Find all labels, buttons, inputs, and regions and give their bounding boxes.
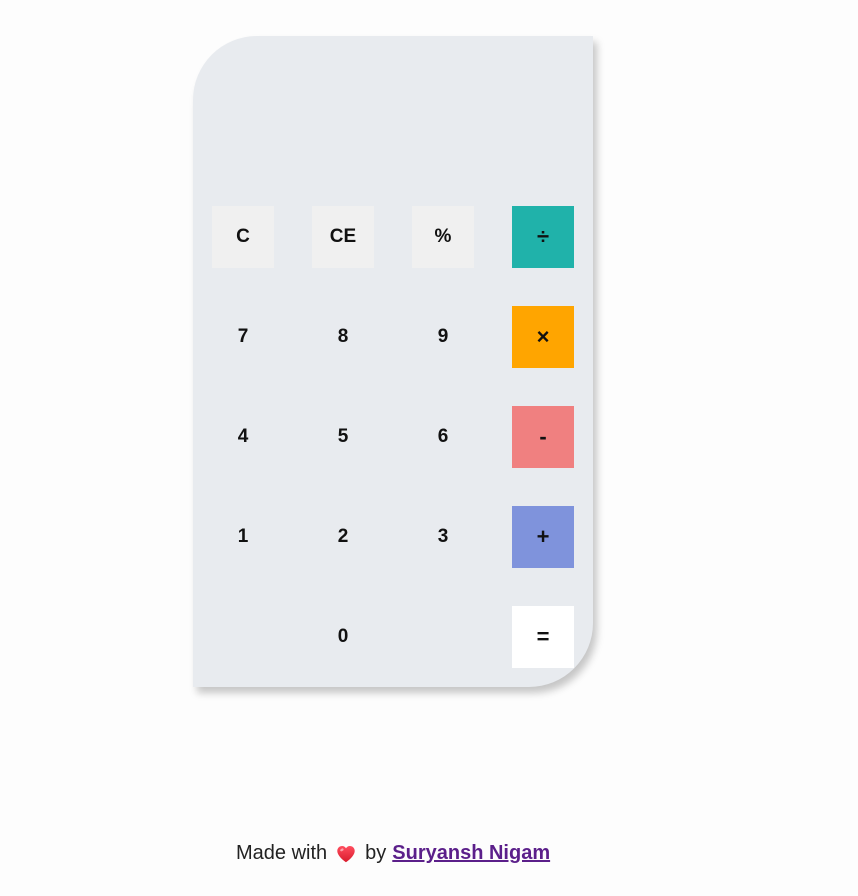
digit-8-button[interactable]: 8: [312, 306, 374, 368]
digit-0-button[interactable]: 0: [312, 606, 374, 668]
heart-icon: [335, 843, 357, 865]
add-button[interactable]: +: [512, 506, 574, 568]
equals-button[interactable]: =: [512, 606, 574, 668]
digit-6-button[interactable]: 6: [412, 406, 474, 468]
digit-4-button[interactable]: 4: [212, 406, 274, 468]
digit-9-button[interactable]: 9: [412, 306, 474, 368]
calculator-display: [213, 56, 573, 196]
subtract-button[interactable]: -: [512, 406, 574, 468]
multiply-button[interactable]: ×: [512, 306, 574, 368]
footer: Made with by Suryansh Nigam: [236, 842, 550, 865]
author-link[interactable]: Suryansh Nigam: [392, 842, 550, 865]
digit-2-button[interactable]: 2: [312, 506, 374, 568]
digit-3-button[interactable]: 3: [412, 506, 474, 568]
digit-5-button[interactable]: 5: [312, 406, 374, 468]
percent-button[interactable]: %: [412, 206, 474, 268]
made-with-text: Made with: [236, 842, 328, 864]
digit-7-button[interactable]: 7: [212, 306, 274, 368]
divide-button[interactable]: ÷: [512, 206, 574, 268]
digit-1-button[interactable]: 1: [212, 506, 274, 568]
calculator: C CE % ÷ 7 8 9 × 4 5 6 - 1 2 3 + 0 =: [193, 36, 593, 687]
clear-button[interactable]: C: [212, 206, 274, 268]
by-text: by: [365, 842, 387, 864]
clear-entry-button[interactable]: CE: [312, 206, 374, 268]
